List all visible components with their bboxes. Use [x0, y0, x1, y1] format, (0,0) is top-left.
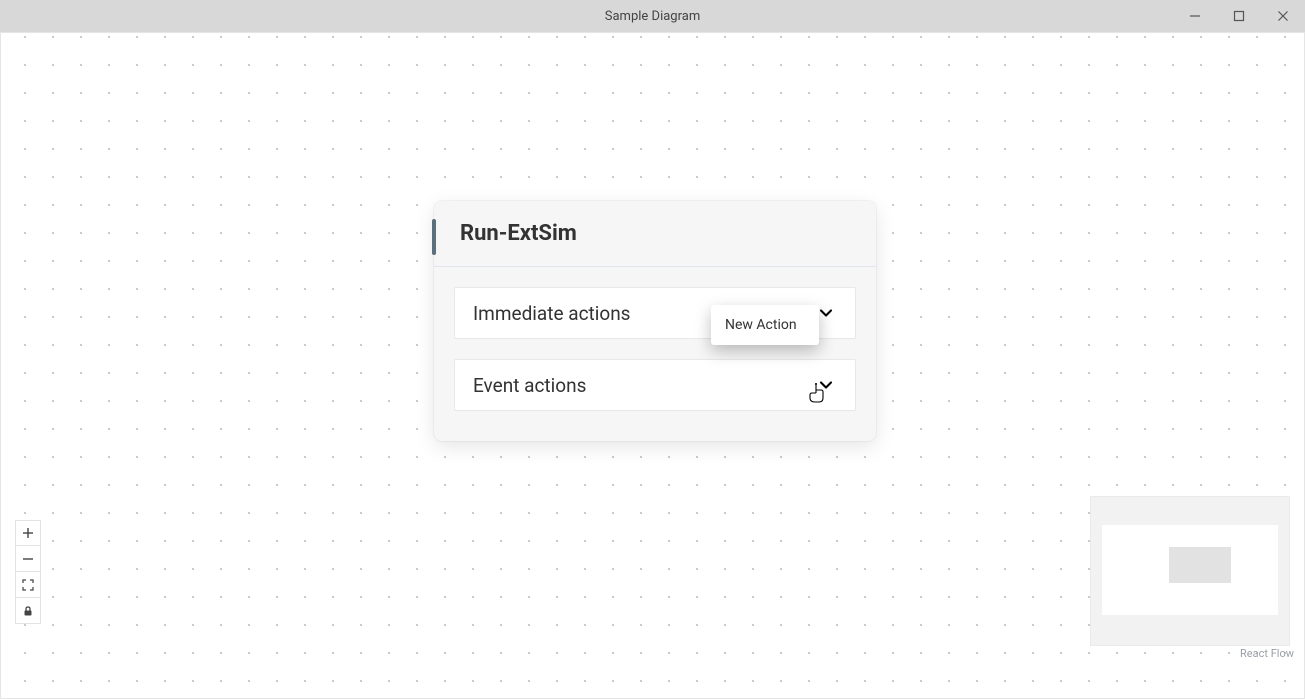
node-title: Run-ExtSim [460, 221, 577, 246]
section-label: Event actions [473, 374, 586, 397]
window-titlebar: Sample Diagram [0, 0, 1305, 32]
zoom-out-button[interactable] [15, 546, 41, 572]
lock-icon [22, 605, 34, 617]
section-event-actions[interactable]: Event actions [454, 359, 856, 411]
chevron-down-icon [815, 374, 837, 396]
context-menu: New Action [711, 305, 819, 345]
window-title: Sample Diagram [0, 9, 1305, 24]
node-header: Run-ExtSim [434, 201, 876, 267]
minimap-viewport [1102, 525, 1278, 615]
minimap-node [1169, 547, 1231, 583]
flow-controls [15, 520, 41, 624]
node-accent-bar [432, 219, 436, 255]
section-label: Immediate actions [473, 302, 631, 325]
diagram-node-run-extsim[interactable]: Run-ExtSim Immediate actions Event actio… [434, 201, 876, 441]
plus-icon [22, 527, 34, 539]
zoom-in-button[interactable] [15, 520, 41, 546]
attribution-text: React Flow [1240, 647, 1294, 660]
context-menu-item-new-action[interactable]: New Action [711, 309, 819, 341]
node-body: Immediate actions Event actions [434, 267, 876, 441]
minus-icon [22, 553, 34, 565]
minimap[interactable] [1090, 496, 1290, 646]
diagram-canvas[interactable]: Run-ExtSim Immediate actions Event actio… [0, 32, 1305, 699]
fit-view-icon [22, 579, 34, 591]
lock-button[interactable] [15, 598, 41, 624]
fit-view-button[interactable] [15, 572, 41, 598]
